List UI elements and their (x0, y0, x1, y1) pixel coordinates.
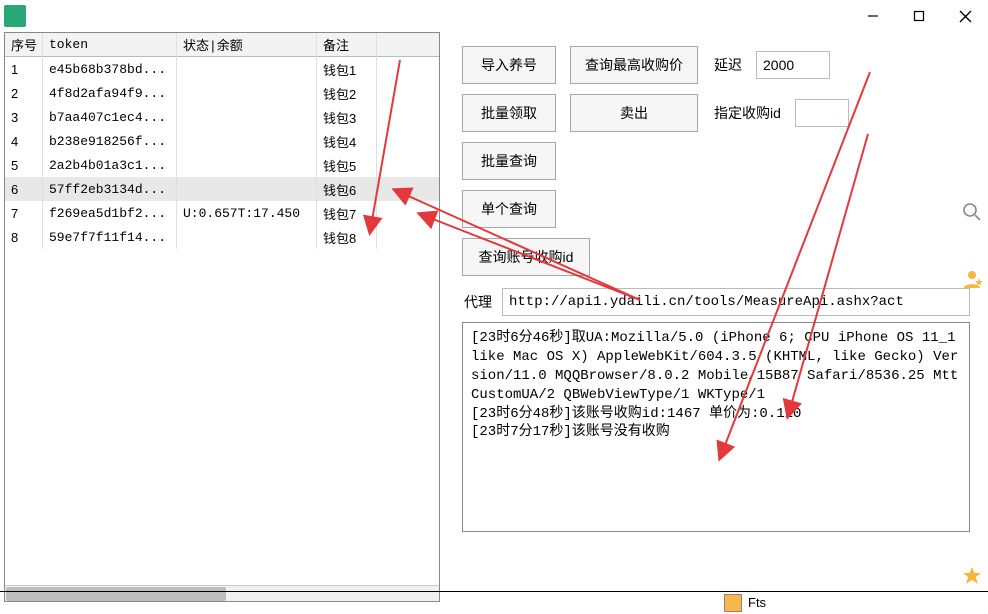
table-cell: e45b68b378bd... (43, 57, 177, 81)
proxy-label: 代理 (464, 292, 492, 312)
table-cell: 钱包4 (317, 129, 377, 153)
batch-query-button[interactable]: 批量查询 (462, 142, 556, 180)
star-user-icon[interactable] (960, 266, 984, 290)
table-cell (177, 105, 317, 129)
table-cell: 6 (5, 177, 43, 201)
table-row[interactable]: 859e7f7f11f14... 钱包8 (5, 225, 439, 249)
table-cell: 钱包3 (317, 105, 377, 129)
table-cell: 钱包1 (317, 57, 377, 81)
app-icon (4, 5, 26, 27)
delay-input[interactable] (756, 51, 830, 79)
titlebar (0, 0, 988, 32)
table-row[interactable]: 7f269ea5d1bf2...U:0.657T:17.450钱包7 (5, 201, 439, 225)
table-cell: 4f8d2afa94f9... (43, 81, 177, 105)
purchase-id-input[interactable] (795, 99, 849, 127)
table-cell: 57ff2eb3134d... (43, 177, 177, 201)
batch-claim-button[interactable]: 批量领取 (462, 94, 556, 132)
th-note: 备注 (317, 33, 377, 57)
table-row[interactable]: 657ff2eb3134d... 钱包6 (5, 177, 439, 201)
table-cell: f269ea5d1bf2... (43, 201, 177, 225)
import-button[interactable]: 导入养号 (462, 46, 556, 84)
purchase-id-label: 指定收购id (714, 103, 781, 123)
query-max-price-button[interactable]: 查询最高收购价 (570, 46, 698, 84)
table-cell (177, 225, 317, 249)
table-cell: U:0.657T:17.450 (177, 201, 317, 225)
table-cell: 59e7f7f11f14... (43, 225, 177, 249)
table-cell: 钱包5 (317, 153, 377, 177)
table-cell: 7 (5, 201, 43, 225)
table-row[interactable]: 4b238e918256f... 钱包4 (5, 129, 439, 153)
table-cell (177, 177, 317, 201)
table-row[interactable]: 1e45b68b378bd... 钱包1 (5, 57, 439, 81)
star-icon[interactable] (960, 564, 984, 588)
sell-button[interactable]: 卖出 (570, 94, 698, 132)
table-cell: 1 (5, 57, 43, 81)
table-cell (177, 57, 317, 81)
table-row[interactable]: 52a2b4b01a3c1... 钱包5 (5, 153, 439, 177)
table-cell: 钱包6 (317, 177, 377, 201)
table-cell: 8 (5, 225, 43, 249)
table-row[interactable]: 3b7aa407c1ec4... 钱包3 (5, 105, 439, 129)
table-row[interactable]: 24f8d2afa94f9... 钱包2 (5, 81, 439, 105)
table-cell: 钱包2 (317, 81, 377, 105)
table-cell: 钱包8 (317, 225, 377, 249)
status-bar: Fts (0, 591, 988, 613)
maximize-button[interactable] (896, 0, 942, 32)
table-cell: 4 (5, 129, 43, 153)
token-table-panel: 序号 token 状态|余额 备注 1e45b68b378bd...钱包124f… (4, 32, 440, 602)
user-avatar-icon[interactable] (724, 594, 742, 612)
single-query-button[interactable]: 单个查询 (462, 190, 556, 228)
log-output[interactable]: [23时6分46秒]取UA:Mozilla/5.0 (iPhone 6; CPU… (462, 322, 970, 532)
th-status: 状态|余额 (177, 33, 317, 57)
table-cell: b238e918256f... (43, 129, 177, 153)
table-cell (177, 153, 317, 177)
query-account-purchase-id-button[interactable]: 查询账号收购id (462, 238, 590, 276)
table-cell: 2 (5, 81, 43, 105)
table-cell: 5 (5, 153, 43, 177)
search-icon[interactable] (960, 200, 984, 224)
username-label: Fts (748, 595, 766, 610)
token-table[interactable]: 序号 token 状态|余额 备注 1e45b68b378bd...钱包124f… (5, 33, 439, 585)
table-cell: b7aa407c1ec4... (43, 105, 177, 129)
minimize-button[interactable] (850, 0, 896, 32)
table-cell: 3 (5, 105, 43, 129)
table-cell: 2a2b4b01a3c1... (43, 153, 177, 177)
table-cell (177, 81, 317, 105)
th-idx: 序号 (5, 33, 43, 57)
table-cell (177, 129, 317, 153)
table-header: 序号 token 状态|余额 备注 (5, 33, 439, 57)
table-cell: 钱包7 (317, 201, 377, 225)
close-button[interactable] (942, 0, 988, 32)
delay-label: 延迟 (714, 55, 742, 75)
side-toolbar (960, 200, 984, 588)
th-token: token (43, 33, 177, 57)
proxy-input[interactable] (502, 288, 970, 316)
controls-panel: 导入养号 查询最高收购价 延迟 批量领取 卖出 指定收购id 批量查询 单个查询… (440, 32, 988, 602)
